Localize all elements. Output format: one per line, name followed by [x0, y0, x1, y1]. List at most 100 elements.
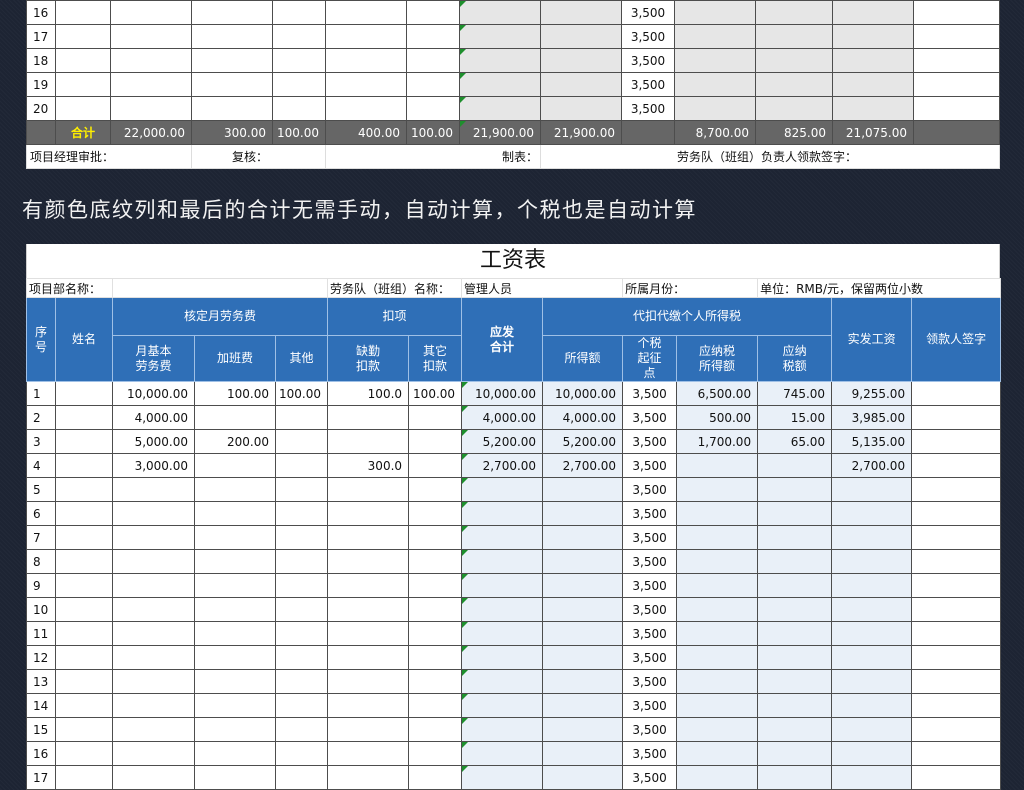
- gross-total-cell[interactable]: [459, 24, 541, 49]
- income-cell[interactable]: [540, 72, 622, 97]
- other-cell[interactable]: [275, 501, 329, 526]
- gross-total-cell[interactable]: 10,000.00: [461, 381, 544, 406]
- name-cell[interactable]: [54, 669, 114, 694]
- taxable-amount-cell[interactable]: [676, 501, 759, 526]
- taxable-amount-cell[interactable]: [674, 96, 756, 121]
- absence-cell[interactable]: [327, 597, 410, 622]
- absence-cell[interactable]: [325, 24, 407, 49]
- base-fee-cell[interactable]: [112, 597, 196, 622]
- absence-cell[interactable]: [327, 477, 410, 502]
- gross-total-cell[interactable]: 2,700.00: [461, 453, 544, 478]
- net-pay-cell[interactable]: [832, 96, 914, 121]
- signature-cell[interactable]: [911, 693, 1002, 718]
- gross-total-cell[interactable]: [461, 621, 544, 646]
- gross-total-cell[interactable]: [461, 741, 544, 766]
- absence-cell[interactable]: [327, 405, 410, 430]
- base-fee-cell[interactable]: 5,000.00: [112, 429, 196, 454]
- name-cell[interactable]: [54, 501, 114, 526]
- other-deduction-cell[interactable]: [406, 48, 460, 73]
- overtime-cell[interactable]: [191, 24, 273, 49]
- other-cell[interactable]: [275, 429, 329, 454]
- name-cell[interactable]: [55, 24, 111, 49]
- income-cell[interactable]: [542, 693, 624, 718]
- other-deduction-cell[interactable]: [408, 693, 463, 718]
- other-deduction-cell[interactable]: [408, 429, 463, 454]
- signature-cell[interactable]: [911, 381, 1002, 406]
- name-cell[interactable]: [54, 525, 114, 550]
- net-pay-cell[interactable]: [831, 645, 913, 670]
- other-cell[interactable]: [272, 96, 326, 121]
- total-other[interactable]: 100.00: [272, 120, 326, 145]
- absence-cell[interactable]: [327, 765, 410, 790]
- tax-cell[interactable]: 15.00: [757, 405, 833, 430]
- net-pay-cell[interactable]: [831, 765, 913, 790]
- overtime-cell[interactable]: [194, 669, 277, 694]
- name-cell[interactable]: [54, 645, 114, 670]
- tax-cell[interactable]: 745.00: [757, 381, 833, 406]
- overtime-cell[interactable]: [194, 717, 277, 742]
- name-cell[interactable]: [54, 765, 114, 790]
- name-cell[interactable]: [54, 549, 114, 574]
- name-cell[interactable]: [54, 741, 114, 766]
- total-absence[interactable]: 400.00: [325, 120, 407, 145]
- other-deduction-cell[interactable]: [408, 717, 463, 742]
- other-cell[interactable]: [275, 405, 329, 430]
- other-cell[interactable]: [275, 549, 329, 574]
- other-cell[interactable]: [275, 477, 329, 502]
- net-pay-cell[interactable]: 5,135.00: [831, 429, 913, 454]
- tax-cell[interactable]: [755, 0, 833, 25]
- overtime-cell[interactable]: [194, 573, 277, 598]
- threshold-cell[interactable]: 3,500: [622, 765, 678, 790]
- taxable-amount-cell[interactable]: [676, 549, 759, 574]
- income-cell[interactable]: [542, 621, 624, 646]
- base-fee-cell[interactable]: 4,000.00: [112, 405, 196, 430]
- name-cell[interactable]: [54, 381, 114, 406]
- tax-cell[interactable]: [755, 48, 833, 73]
- name-cell[interactable]: [54, 477, 114, 502]
- other-cell[interactable]: [275, 765, 329, 790]
- gross-total-cell[interactable]: [459, 48, 541, 73]
- overtime-cell[interactable]: [194, 621, 277, 646]
- other-cell[interactable]: [275, 525, 329, 550]
- other-deduction-cell[interactable]: [408, 645, 463, 670]
- net-pay-cell[interactable]: [832, 48, 914, 73]
- income-cell[interactable]: [542, 765, 624, 790]
- other-deduction-cell[interactable]: [408, 525, 463, 550]
- signature-cell[interactable]: [911, 669, 1002, 694]
- net-pay-cell[interactable]: [831, 669, 913, 694]
- overtime-cell[interactable]: [194, 741, 277, 766]
- threshold-cell[interactable]: 3,500: [622, 525, 678, 550]
- other-deduction-cell[interactable]: [408, 501, 463, 526]
- net-pay-cell[interactable]: [831, 717, 913, 742]
- signature-cell[interactable]: [913, 48, 1000, 73]
- overtime-cell[interactable]: [194, 693, 277, 718]
- other-deduction-cell[interactable]: [408, 597, 463, 622]
- other-deduction-cell[interactable]: [408, 669, 463, 694]
- taxable-amount-cell[interactable]: [674, 48, 756, 73]
- tax-cell[interactable]: [755, 24, 833, 49]
- base-fee-cell[interactable]: 10,000.00: [112, 381, 196, 406]
- absence-cell[interactable]: [327, 669, 410, 694]
- other-cell[interactable]: [275, 693, 329, 718]
- absence-cell[interactable]: [327, 693, 410, 718]
- threshold-cell[interactable]: 3,500: [622, 621, 678, 646]
- other-deduction-cell[interactable]: [408, 621, 463, 646]
- gross-total-cell[interactable]: [461, 765, 544, 790]
- taxable-amount-cell[interactable]: [676, 597, 759, 622]
- signature-cell[interactable]: [911, 429, 1002, 454]
- income-cell[interactable]: [542, 477, 624, 502]
- gross-total-cell[interactable]: [461, 573, 544, 598]
- threshold-cell[interactable]: 3,500: [622, 453, 678, 478]
- threshold-cell[interactable]: 3,500: [622, 645, 678, 670]
- name-cell[interactable]: [55, 96, 111, 121]
- signature-cell[interactable]: [911, 621, 1002, 646]
- base-fee-cell[interactable]: [112, 477, 196, 502]
- income-cell[interactable]: 10,000.00: [542, 381, 624, 406]
- absence-cell[interactable]: [327, 645, 410, 670]
- overtime-cell[interactable]: [191, 48, 273, 73]
- gross-total-cell[interactable]: [461, 669, 544, 694]
- taxable-amount-cell[interactable]: [676, 765, 759, 790]
- overtime-cell[interactable]: [194, 645, 277, 670]
- tax-cell[interactable]: [757, 549, 833, 574]
- net-pay-cell[interactable]: [831, 597, 913, 622]
